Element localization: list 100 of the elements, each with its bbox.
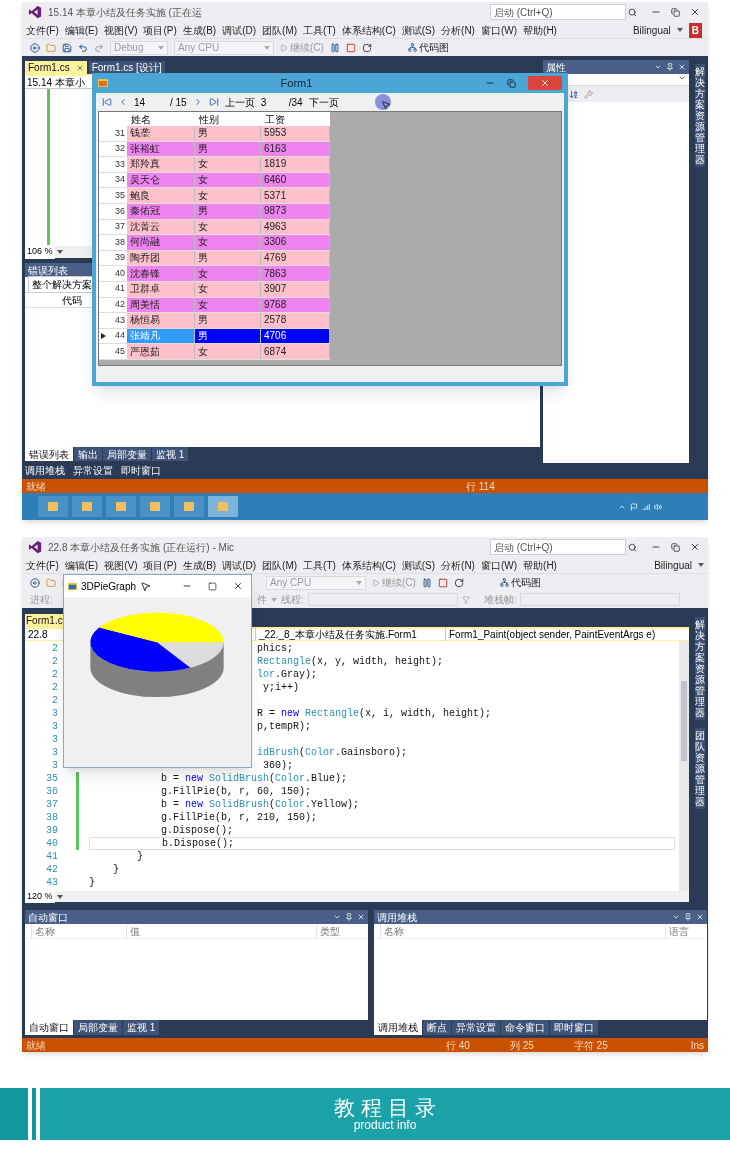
folder-icon[interactable] bbox=[46, 577, 56, 588]
scrollbar[interactable] bbox=[679, 641, 689, 891]
menu-item[interactable]: 团队(M) bbox=[262, 22, 298, 38]
menu-item[interactable]: 测试(S) bbox=[401, 557, 436, 573]
close-icon[interactable] bbox=[357, 913, 365, 921]
panel-tab[interactable]: 异常设置 bbox=[73, 462, 113, 478]
close-icon[interactable] bbox=[75, 63, 84, 72]
close-icon[interactable] bbox=[678, 63, 686, 71]
panel-tab[interactable]: 断点 bbox=[423, 1020, 451, 1035]
file-dropdown[interactable]: 15.14 本章小 bbox=[27, 74, 85, 90]
volume-icon[interactable] bbox=[654, 502, 662, 511]
next-page-button[interactable]: 下一页 bbox=[308, 94, 339, 110]
grid-row[interactable]: 44 张靖凡 男 4706 bbox=[99, 328, 330, 345]
previous-page-button[interactable]: 上一页 bbox=[224, 94, 255, 110]
close-button[interactable] bbox=[528, 76, 562, 90]
grid-row[interactable]: 35 鲍良 女 5371 bbox=[99, 188, 330, 204]
flag-icon[interactable] bbox=[630, 502, 638, 511]
pause-icon[interactable] bbox=[329, 42, 340, 53]
menu-item[interactable]: 工具(T) bbox=[303, 22, 336, 38]
panel-tab[interactable]: 命令窗口 bbox=[501, 1020, 549, 1035]
last-page-icon[interactable] bbox=[208, 97, 219, 107]
grid-row[interactable]: 33 郑羚真 女 1819 bbox=[99, 157, 330, 173]
restart-icon[interactable] bbox=[453, 577, 464, 588]
panel-tab[interactable]: 监视 1 bbox=[152, 447, 189, 461]
menu-item[interactable]: 编辑(E) bbox=[64, 557, 99, 573]
menu-item[interactable]: 帮助(H) bbox=[523, 22, 557, 38]
menu-item[interactable]: 视图(V) bbox=[104, 557, 138, 573]
account-badge[interactable]: B bbox=[688, 22, 702, 38]
panel-tab[interactable]: 异常设置 bbox=[452, 1020, 500, 1035]
column-header[interactable]: 工资 bbox=[261, 111, 330, 127]
menu-item[interactable]: 项目(P) bbox=[143, 22, 177, 38]
restart-icon[interactable] bbox=[361, 42, 372, 53]
panel-tab[interactable]: 局部变量 bbox=[103, 447, 151, 461]
project-dropdown[interactable]: 22.8 bbox=[25, 627, 55, 642]
menu-item[interactable]: 文件(F) bbox=[26, 22, 59, 38]
stop-icon[interactable] bbox=[437, 577, 448, 588]
page-field[interactable]: 3 bbox=[260, 94, 283, 110]
grid-row[interactable]: 40 沈春锋 女 7863 bbox=[99, 266, 330, 282]
search-icon[interactable] bbox=[628, 7, 637, 17]
menu-item[interactable]: 调试(D) bbox=[222, 557, 257, 573]
caret-icon[interactable] bbox=[698, 563, 704, 567]
back-icon[interactable] bbox=[30, 577, 40, 588]
panel-tab[interactable]: 调用堆栈 bbox=[25, 462, 65, 478]
dropdown-icon[interactable] bbox=[672, 913, 680, 921]
caret-icon[interactable] bbox=[676, 28, 683, 32]
position-field[interactable]: 14 bbox=[134, 94, 164, 110]
maximize-icon[interactable] bbox=[507, 78, 516, 88]
column-header[interactable]: 姓名 bbox=[127, 111, 195, 127]
close-icon[interactable] bbox=[233, 581, 243, 591]
column-header[interactable]: 类型 bbox=[316, 923, 356, 939]
close-icon[interactable] bbox=[696, 913, 704, 921]
quick-launch-field[interactable]: 启动 (Ctrl+Q) bbox=[490, 4, 626, 20]
column-header[interactable]: 值 bbox=[126, 923, 316, 939]
menu-item[interactable]: 窗口(W) bbox=[480, 557, 518, 573]
column-header[interactable]: 名称 bbox=[31, 923, 126, 939]
grid-row[interactable]: 41 卫群卓 女 3907 bbox=[99, 281, 330, 298]
document-tab[interactable]: Form1.c bbox=[25, 614, 64, 627]
menu-item[interactable]: 团队(M) bbox=[262, 557, 298, 573]
dropdown-icon[interactable] bbox=[654, 63, 662, 71]
menu-item[interactable]: 窗口(W) bbox=[480, 22, 518, 38]
zoom-dropdown[interactable]: 106 % bbox=[25, 245, 55, 259]
grid-row[interactable]: 31 钱垄 男 5953 bbox=[99, 126, 330, 142]
column-header[interactable]: 代码 bbox=[62, 292, 82, 308]
menu-item[interactable]: 视图(V) bbox=[104, 22, 138, 38]
grid-row[interactable]: 38 何尚融 女 3306 bbox=[99, 235, 330, 251]
grid-row[interactable]: 45 严恩茹 女 6874 bbox=[99, 344, 330, 360]
dropdown-icon[interactable] bbox=[333, 913, 341, 921]
panel-tab[interactable]: 即时窗口 bbox=[550, 1020, 598, 1035]
sort-icon[interactable] bbox=[569, 89, 578, 99]
close-icon[interactable] bbox=[690, 542, 700, 552]
pin-icon[interactable] bbox=[345, 913, 353, 921]
menu-item[interactable]: 帮助(H) bbox=[523, 557, 557, 573]
menu-item[interactable]: 生成(B) bbox=[182, 22, 217, 38]
pin-icon[interactable] bbox=[666, 63, 674, 71]
restore-icon[interactable] bbox=[671, 7, 680, 17]
document-tab[interactable]: Form1.cs bbox=[25, 61, 87, 74]
side-tab[interactable]: 解决方案资源管理器 bbox=[695, 64, 705, 167]
panel-tab[interactable]: 监视 1 bbox=[123, 1020, 160, 1035]
grid-row[interactable]: 43 杨恒易 男 2578 bbox=[99, 313, 330, 329]
menu-item[interactable]: 测试(S) bbox=[401, 22, 436, 38]
menu-item[interactable]: 分析(N) bbox=[441, 557, 475, 573]
redo-icon[interactable] bbox=[94, 42, 104, 53]
panel-tab[interactable]: 自动窗口 bbox=[25, 1020, 73, 1035]
first-page-icon[interactable] bbox=[102, 97, 112, 107]
folder-icon[interactable] bbox=[46, 42, 56, 53]
column-header[interactable]: 语言 bbox=[665, 923, 695, 939]
undo-icon[interactable] bbox=[78, 42, 88, 53]
panel-tab[interactable]: 局部变量 bbox=[74, 1020, 122, 1035]
taskbar-app-icon[interactable] bbox=[174, 496, 204, 517]
close-icon[interactable] bbox=[690, 7, 700, 17]
menu-item[interactable]: 文件(F) bbox=[26, 557, 59, 573]
caret-icon[interactable] bbox=[56, 894, 63, 899]
menu-item[interactable]: 编辑(E) bbox=[64, 22, 99, 38]
grid-row[interactable]: 42 周美恬 女 9768 bbox=[99, 297, 330, 314]
quick-launch-field[interactable]: 启动 (Ctrl+Q) bbox=[490, 539, 626, 555]
menu-item[interactable]: 体系结构(C) bbox=[341, 22, 396, 38]
caret-icon[interactable] bbox=[56, 250, 63, 254]
grid-row[interactable]: 37 沈菁云 女 4963 bbox=[99, 219, 330, 236]
menu-item[interactable]: 生成(B) bbox=[182, 557, 217, 573]
restore-icon[interactable] bbox=[671, 542, 680, 552]
